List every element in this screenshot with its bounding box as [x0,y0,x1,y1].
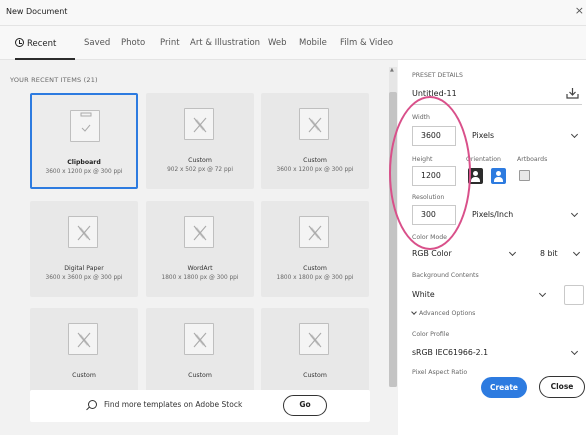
recent-item-name: Custom [303,157,327,164]
go-button[interactable]: Go [283,395,327,416]
recent-item-card[interactable]: WordArt 1800 x 1800 px @ 300 ppi [146,201,254,297]
custom-doc-icon [299,108,329,140]
recent-item-card[interactable]: Custom 1800 x 1800 px @ 300 ppi [261,201,369,297]
recent-item-name: Digital Paper [64,265,104,272]
pixel-aspect-ratio-label: Pixel Aspect Ratio [412,369,468,376]
category-tabs: Recent Saved Photo Print Art & Illustrat… [0,26,586,60]
landscape-orientation-icon[interactable] [491,168,506,184]
recent-item-dimensions: 3600 x 1200 px @ 300 ppi [45,169,123,175]
background-color-swatch[interactable] [564,285,584,305]
bit-depth-dropdown[interactable]: 8 bit [532,244,582,264]
chevron-down-icon [570,209,579,218]
custom-doc-icon [299,323,329,355]
recent-item-dimensions: 1800 x 1800 px @ 300 ppi [161,275,239,281]
tab-web[interactable]: Web [268,38,287,48]
resolution-input[interactable]: 300 [412,205,456,225]
tab-print[interactable]: Print [160,38,180,48]
scrollbar-thumb[interactable] [389,92,397,387]
resolution-label: Resolution [412,194,445,201]
custom-doc-icon [299,216,329,248]
recent-item-card[interactable]: Digital Paper 3600 x 3600 px @ 300 ppi [30,201,138,297]
custom-doc-icon [184,108,214,140]
width-input[interactable]: 3600 [412,126,456,146]
clock-icon [15,38,24,47]
scrollbar[interactable]: ▲ [389,67,397,387]
tab-art-illustration[interactable]: Art & Illustration [190,38,260,48]
height-input[interactable]: 1200 [412,166,456,186]
save-preset-icon[interactable] [566,87,579,99]
create-button[interactable]: Create [481,377,527,398]
resolution-unit-dropdown[interactable]: Pixels/Inch [472,205,580,225]
width-label: Width [412,114,430,121]
recent-item-card[interactable]: Custom 3600 x 1200 px @ 300 ppi [261,93,369,189]
chevron-down-icon [411,309,417,315]
artboards-label: Artboards [517,156,548,163]
tab-saved[interactable]: Saved [84,38,110,48]
recent-item-dimensions: 3600 x 1200 px @ 300 ppi [276,167,354,173]
chevron-down-icon [538,289,547,298]
chevron-down-icon [508,248,517,257]
chevron-down-icon [570,130,579,139]
name-underline [412,104,582,105]
recent-item-name: Custom [303,265,327,272]
search-icon [88,400,97,409]
background-contents-dropdown[interactable]: White [412,285,552,305]
custom-doc-icon [184,216,214,248]
recent-item-card[interactable]: Custom 902 x 502 px @ 72 ppi [146,93,254,189]
custom-doc-icon [68,216,98,248]
recent-item-name: Custom [72,372,96,379]
close-icon[interactable]: × [575,4,584,17]
color-mode-label: Color Mode [412,234,447,241]
stock-search-link[interactable]: Find more templates on Adobe Stock [104,400,242,409]
title-bar: New Document × [0,0,586,26]
color-profile-label: Color Profile [412,331,450,338]
scroll-up-icon[interactable]: ▲ [390,67,394,73]
recent-item-name: WordArt [187,265,213,272]
recent-items-panel: YOUR RECENT ITEMS (21) Clipboard 3600 x 1… [0,60,398,435]
artboards-checkbox[interactable] [519,170,530,181]
recent-item-dimensions: 3600 x 3600 px @ 300 ppi [45,275,123,281]
recent-item-dimensions: 1800 x 1800 px @ 300 ppi [276,275,354,281]
preset-details-panel: PRESET DETAILS Untitled-11 Width 3600 Pi… [398,60,586,435]
close-button[interactable]: Close [539,376,585,398]
recent-item-name: Custom [188,157,212,164]
tab-film-video[interactable]: Film & Video [340,38,393,48]
recent-item-name: Custom [188,372,212,379]
tab-photo[interactable]: Photo [121,38,145,48]
recent-item-name: Custom [303,372,327,379]
custom-doc-icon [184,323,214,355]
clipboard-doc-icon [70,110,100,142]
chevron-down-icon [570,347,579,356]
tab-mobile[interactable]: Mobile [299,38,327,48]
height-label: Height [412,156,433,163]
chevron-down-icon [572,248,581,257]
portrait-orientation-icon[interactable] [468,168,483,184]
recent-item-name: Clipboard [67,159,101,166]
width-unit-dropdown[interactable]: Pixels [472,126,580,146]
document-name-field[interactable]: Untitled-11 [412,89,457,98]
preset-details-header: PRESET DETAILS [412,72,463,79]
background-contents-label: Background Contents [412,272,479,279]
adobe-stock-bar: Find more templates on Adobe Stock Go [30,390,370,422]
window-title: New Document [6,7,68,16]
advanced-options-toggle[interactable]: Advanced Options [411,309,475,317]
color-profile-dropdown[interactable]: sRGB IEC61966-2.1 [412,343,580,363]
orientation-label: Orientation [466,156,501,163]
tab-recent[interactable]: Recent [15,38,56,49]
custom-doc-icon [68,323,98,355]
color-mode-dropdown[interactable]: RGB Color [412,244,522,264]
recent-item-card[interactable]: Clipboard 3600 x 1200 px @ 300 ppi [30,93,138,189]
recent-items-header: YOUR RECENT ITEMS (21) [10,76,98,84]
recent-item-dimensions: 902 x 502 px @ 72 ppi [167,167,233,173]
